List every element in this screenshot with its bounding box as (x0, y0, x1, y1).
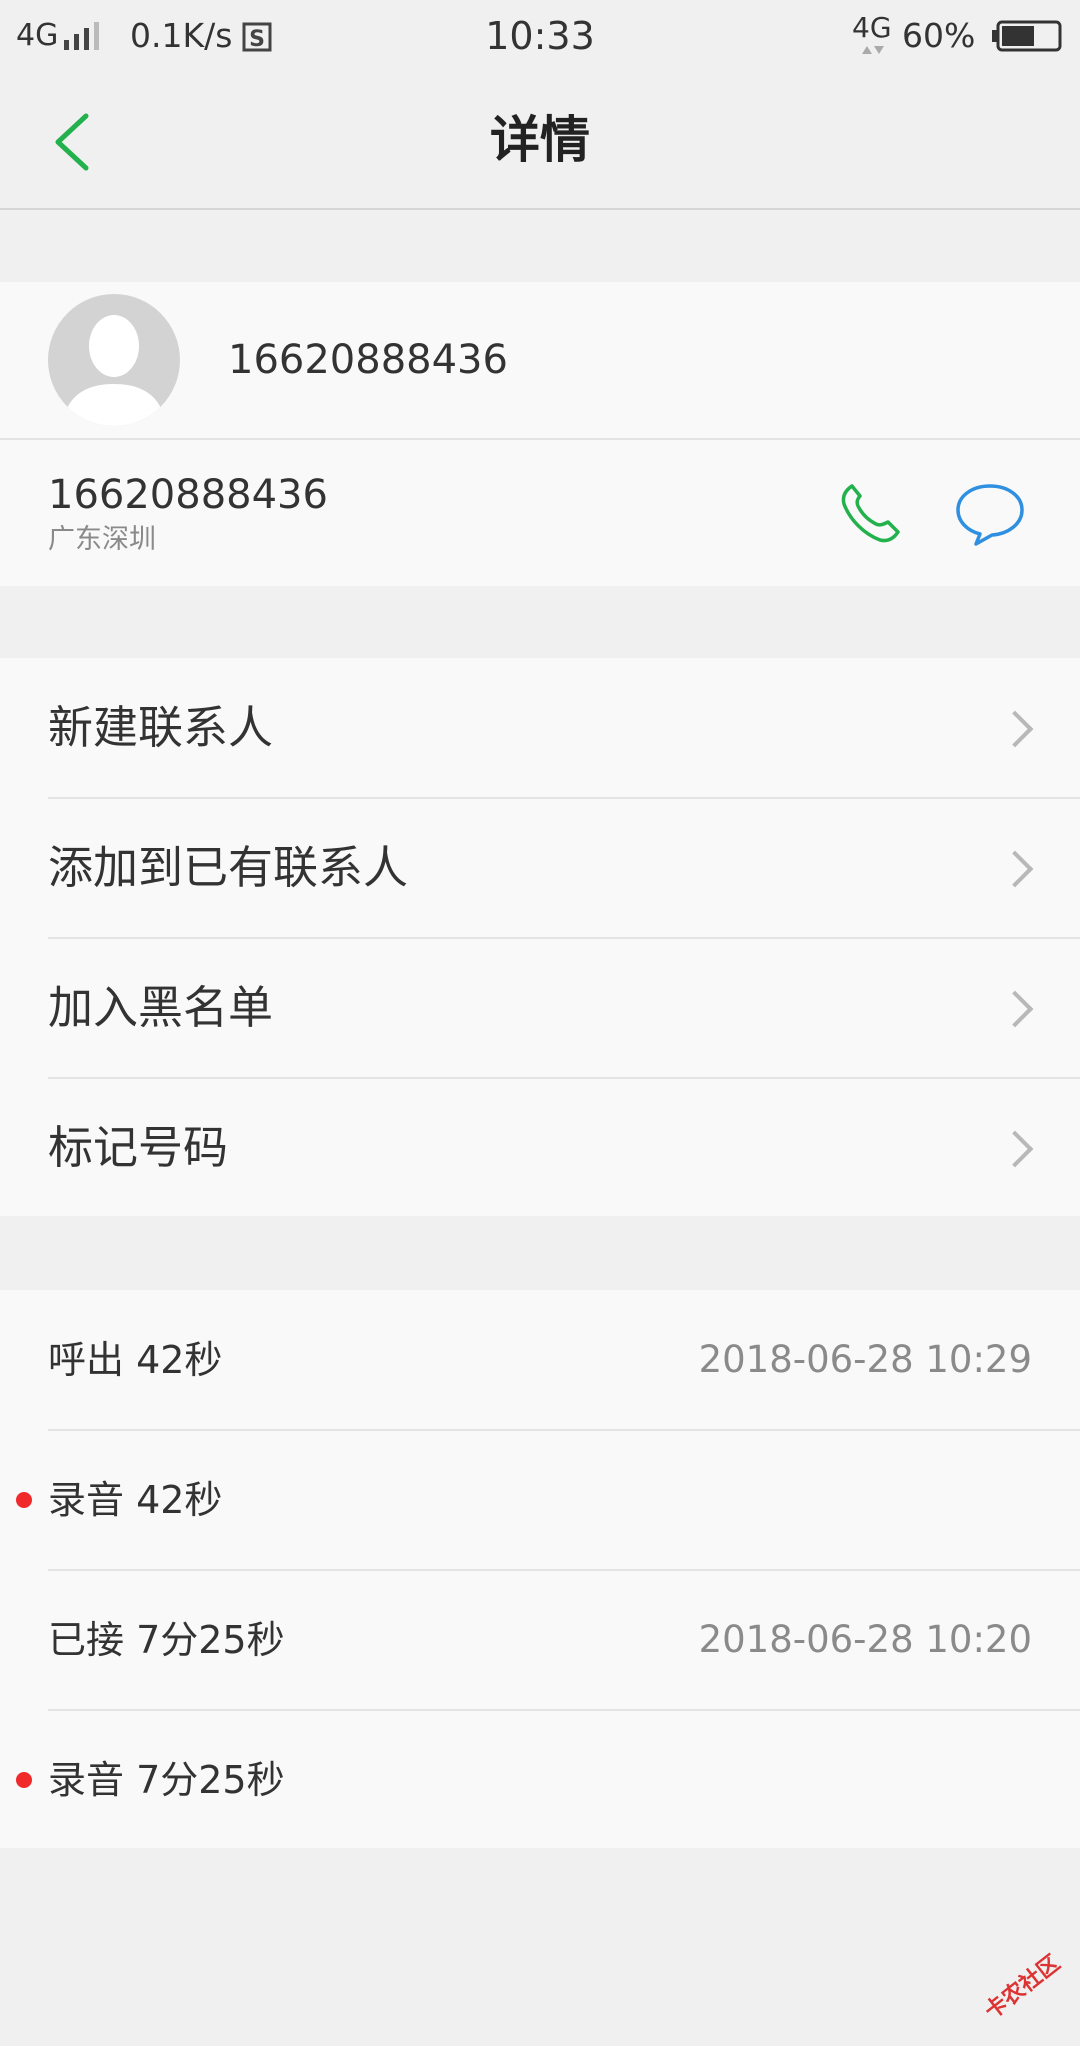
watermark-logo: 卡农社区 (980, 1950, 1066, 2025)
contact-name: 16620888436 (228, 337, 508, 383)
chevron-right-icon (996, 990, 1034, 1028)
new-contact-item[interactable]: 新建联系人 (0, 658, 1080, 798)
chevron-right-icon (996, 1130, 1034, 1168)
mark-number-item[interactable]: 标记号码 (0, 1078, 1080, 1216)
divider (0, 438, 1080, 440)
call-log-entry[interactable]: 已接 7分25秒 2018-06-28 10:20 (0, 1570, 1080, 1710)
call-log-entry[interactable]: 呼出 42秒 2018-06-28 10:29 (0, 1290, 1080, 1430)
call-time: 2018-06-28 10:20 (698, 1618, 1032, 1661)
avatar (48, 294, 180, 426)
add-to-existing-contact-item[interactable]: 添加到已有联系人 (0, 798, 1080, 938)
add-to-blacklist-item[interactable]: 加入黑名单 (0, 938, 1080, 1078)
recording-entry[interactable]: 录音 42秒 (0, 1430, 1080, 1570)
data-arrows-icon (862, 46, 884, 54)
contact-panel: 16620888436 16620888436 广东深圳 (0, 282, 1080, 586)
add-to-existing-label: 添加到已有联系人 (48, 841, 409, 894)
chevron-right-icon (996, 710, 1034, 748)
call-type-duration: 呼出 42秒 (48, 1338, 223, 1382)
battery-icon (992, 20, 1062, 52)
phone-location: 广东深圳 (48, 524, 156, 555)
recording-dot-icon (16, 1492, 32, 1508)
call-type-duration: 已接 7分25秒 (48, 1618, 285, 1662)
call-button[interactable] (836, 480, 904, 548)
add-to-blacklist-label: 加入黑名单 (48, 981, 274, 1034)
status-bar: 4G 0.1K/s S 10:33 4G 60% (0, 0, 1080, 72)
title-bar: 详情 (0, 72, 1080, 210)
phone-number[interactable]: 16620888436 (48, 468, 328, 522)
call-time: 2018-06-28 10:29 (698, 1338, 1032, 1381)
message-button[interactable] (954, 480, 1026, 548)
call-log-panel: 呼出 42秒 2018-06-28 10:29 录音 42秒 已接 7分25秒 … (0, 1290, 1080, 1848)
new-contact-label: 新建联系人 (48, 701, 274, 754)
recording-entry[interactable]: 录音 7分25秒 (0, 1710, 1080, 1848)
recording-label: 录音 7分25秒 (48, 1758, 285, 1802)
actions-panel: 新建联系人 添加到已有联系人 加入黑名单 标记号码 (0, 658, 1080, 1216)
recording-label: 录音 42秒 (48, 1478, 223, 1522)
battery-percent: 60% (902, 16, 976, 55)
recording-dot-icon (16, 1772, 32, 1788)
page-title: 详情 (490, 111, 590, 169)
chevron-right-icon (996, 850, 1034, 888)
mark-number-label: 标记号码 (48, 1121, 229, 1174)
